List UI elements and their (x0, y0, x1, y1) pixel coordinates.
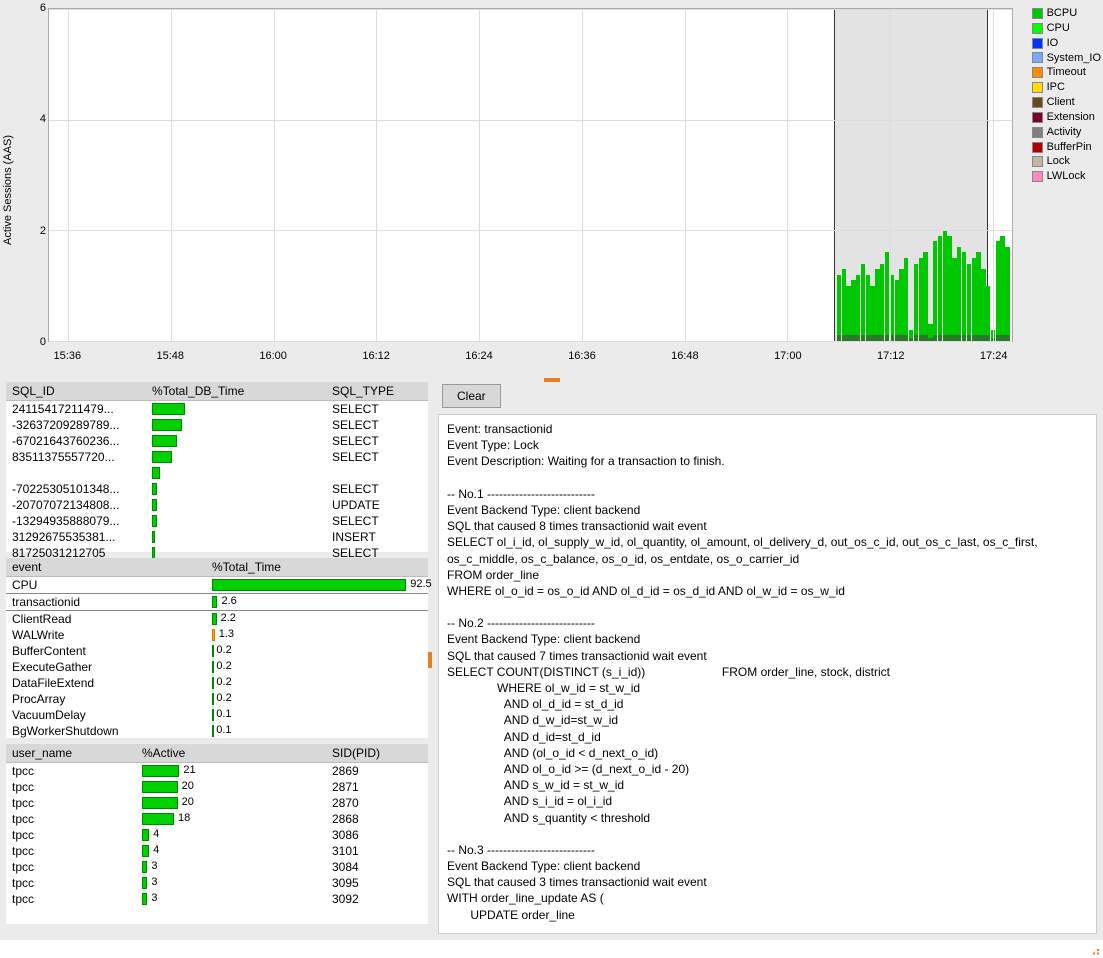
chart-legend: BCPUCPUIOSystem_IOTimeoutIPCClientExtens… (1032, 6, 1101, 184)
table-row[interactable]: tpcc33092 (6, 891, 428, 907)
table-row[interactable]: VacuumDelay0.1 (6, 707, 428, 723)
x-ticks: 15:3615:4816:0016:1216:2416:3616:4817:00… (48, 350, 1013, 370)
sql-table[interactable]: SQL_ID %Total_DB_Time SQL_TYPE 241154172… (6, 382, 428, 561)
col-sid[interactable]: SID(PID) (326, 744, 428, 763)
table-row[interactable]: WALWrite1.3 (6, 627, 428, 643)
table-row[interactable]: BufferContent0.2 (6, 643, 428, 659)
table-row[interactable]: -20707072134808...UPDATE (6, 497, 428, 513)
table-row[interactable]: tpcc43101 (6, 843, 428, 859)
legend-item[interactable]: Extension (1032, 110, 1101, 125)
table-row[interactable]: CPU92.5 (6, 577, 428, 594)
legend-item[interactable]: IO (1032, 36, 1101, 51)
table-row[interactable]: 24115417211479...SELECT (6, 401, 428, 418)
table-row[interactable]: -13294935888079...SELECT (6, 513, 428, 529)
event-table[interactable]: event %Total_Time CPU92.5transactionid2.… (6, 558, 428, 739)
table-row[interactable]: BgWorkerShutdown0.1 (6, 723, 428, 739)
legend-item[interactable]: System_IO (1032, 51, 1101, 66)
table-row[interactable]: tpcc43086 (6, 827, 428, 843)
table-row[interactable]: DataFileExtend0.2 (6, 675, 428, 691)
col-sql-id[interactable]: SQL_ID (6, 382, 146, 401)
table-row[interactable]: ClientRead2.2 (6, 611, 428, 628)
event-panel: event %Total_Time CPU92.5transactionid2.… (6, 558, 428, 738)
table-row[interactable] (6, 465, 428, 481)
legend-item[interactable]: Activity (1032, 125, 1101, 140)
col-db-time[interactable]: %Total_DB_Time (146, 382, 326, 401)
detail-text[interactable]: Event: transactionid Event Type: Lock Ev… (438, 414, 1097, 934)
legend-item[interactable]: Client (1032, 95, 1101, 110)
legend-item[interactable]: BufferPin (1032, 140, 1101, 155)
legend-item[interactable]: Lock (1032, 154, 1101, 169)
user-table[interactable]: user_name %Active SID(PID) tpcc212869tpc… (6, 744, 428, 907)
legend-item[interactable]: IPC (1032, 80, 1101, 95)
legend-item[interactable]: LWLock (1032, 169, 1101, 184)
splitter-vertical[interactable] (428, 652, 432, 668)
table-row[interactable]: tpcc33084 (6, 859, 428, 875)
col-active[interactable]: %Active (136, 744, 326, 763)
clear-button[interactable]: Clear (442, 384, 501, 408)
col-user[interactable]: user_name (6, 744, 136, 763)
table-row[interactable]: ProcArray0.2 (6, 691, 428, 707)
table-row[interactable]: tpcc202871 (6, 779, 428, 795)
table-row[interactable]: tpcc182868 (6, 811, 428, 827)
table-row[interactable]: tpcc202870 (6, 795, 428, 811)
col-event[interactable]: event (6, 558, 206, 577)
legend-item[interactable]: CPU (1032, 21, 1101, 36)
resize-grip-icon[interactable]: ⣠ (1091, 939, 1099, 956)
user-panel: user_name %Active SID(PID) tpcc212869tpc… (6, 744, 428, 924)
chart-bars (49, 9, 1012, 341)
y-ticks: 0246 (28, 8, 46, 342)
legend-item[interactable]: Timeout (1032, 65, 1101, 80)
table-row[interactable]: tpcc33095 (6, 875, 428, 891)
table-row[interactable]: -32637209289789...SELECT (6, 417, 428, 433)
sql-panel: SQL_ID %Total_DB_Time SQL_TYPE 241154172… (6, 382, 428, 552)
table-row[interactable]: transactionid2.6 (6, 594, 428, 611)
chart-plot[interactable] (48, 8, 1013, 342)
col-total-time[interactable]: %Total_Time (206, 558, 428, 577)
table-row[interactable]: ExecuteGather0.2 (6, 659, 428, 675)
chart-panel: Active Sessions (AAS) 0246 15:3615:4816:… (0, 0, 1103, 380)
table-row[interactable]: 83511375557720...SELECT (6, 449, 428, 465)
y-axis-label: Active Sessions (AAS) (2, 135, 14, 245)
legend-item[interactable]: BCPU (1032, 6, 1101, 21)
table-row[interactable]: -67021643760236...SELECT (6, 433, 428, 449)
table-row[interactable]: -70225305101348...SELECT (6, 481, 428, 497)
table-row[interactable]: 31292675535381...INSERT (6, 529, 428, 545)
table-row[interactable]: tpcc212869 (6, 763, 428, 780)
right-column: Clear Event: transactionid Event Type: L… (430, 380, 1103, 940)
left-column: SQL_ID %Total_DB_Time SQL_TYPE 241154172… (0, 380, 430, 940)
col-sql-type[interactable]: SQL_TYPE (326, 382, 428, 401)
